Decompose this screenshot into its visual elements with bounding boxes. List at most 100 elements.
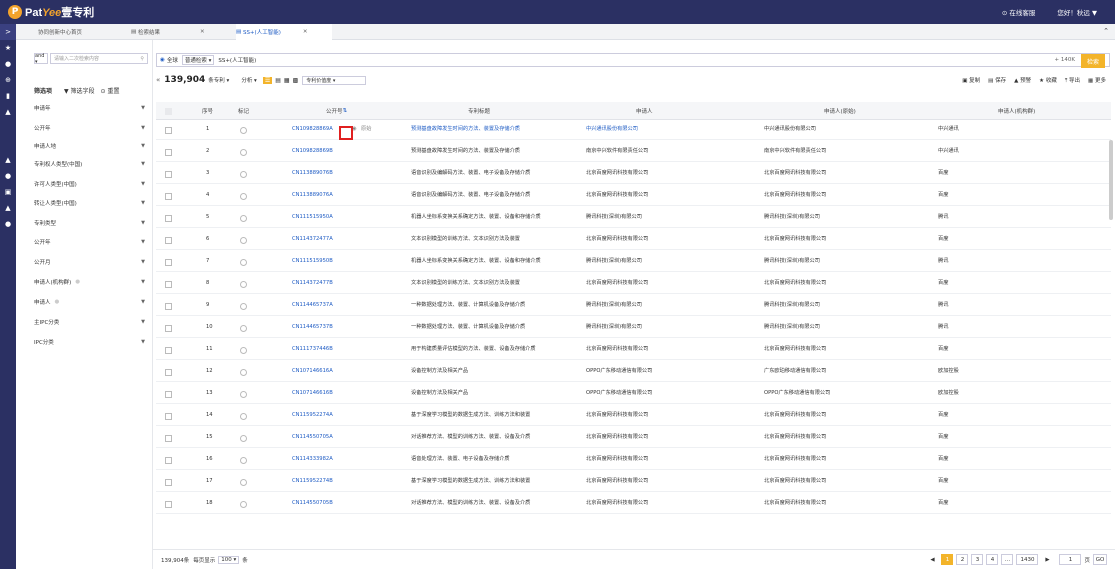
row-checkbox[interactable] — [165, 340, 172, 360]
expand-icon[interactable]: > — [0, 24, 16, 40]
row-mark-radio[interactable] — [240, 120, 247, 140]
query-input[interactable]: SS+(人工智能) — [218, 56, 256, 64]
user-menu[interactable]: 您好！秋远 ▼ — [1057, 7, 1097, 17]
tab-results[interactable]: ▤ 检索结果 ✕ — [131, 24, 235, 40]
page-last[interactable]: 1430 — [1016, 554, 1039, 565]
row-checkbox[interactable] — [165, 384, 172, 404]
row-mark-radio[interactable] — [240, 230, 247, 250]
copy-button[interactable]: ▣ 复制 — [962, 76, 980, 85]
filter-ipc[interactable]: IPC分类 ▼ — [16, 332, 153, 352]
grid-view-icon[interactable]: ▩ — [293, 77, 299, 84]
row-pubno[interactable]: CN109828869B — [292, 142, 333, 162]
online-service-link[interactable]: ⊙ 在线客服 — [1002, 7, 1036, 17]
row-mark-radio[interactable] — [240, 274, 247, 294]
dot-icon[interactable]: ● — [0, 168, 16, 184]
row-title[interactable]: 语音识别及编解码方法、装置、电子设备及存储介质 — [411, 186, 583, 206]
filter-apply-year[interactable]: 申请年 ▼ — [16, 98, 153, 118]
row-checkbox[interactable] — [165, 428, 172, 448]
table-row[interactable]: 7 CN111515950B 机器人坐标系变换关系确定方法、装置、设备和存储介质 腾讯… — [156, 252, 1111, 272]
row-mark-radio[interactable] — [240, 472, 247, 492]
close-icon[interactable]: ✕ — [303, 29, 308, 35]
row-checkbox[interactable] — [165, 142, 172, 162]
go-button[interactable]: GO — [1093, 554, 1107, 565]
table-row[interactable]: 8 CN114372477B 文本识别模型的训练方法、文本识别方法及装置 北京百度网讯… — [156, 274, 1111, 294]
row-title[interactable]: 语音处理方法、装置、电子设备及存储介质 — [411, 450, 583, 470]
row-pubno[interactable]: CN114372477A — [292, 230, 333, 250]
save-button[interactable]: ▤ 保存 — [988, 76, 1006, 85]
table-row[interactable]: 1 CN109828869A ◉ 原始 预测基盘故障发生时间的方法、装置及存储介质 中兴通… — [156, 120, 1111, 140]
result-count-unit[interactable]: 条专利 ▾ — [208, 76, 229, 84]
user-icon[interactable]: ▲ — [0, 104, 16, 120]
row-checkbox[interactable] — [165, 296, 172, 316]
row-title[interactable]: 文本识别模型的训练方法、文本识别方法及装置 — [411, 230, 583, 250]
row-applicant[interactable]: 北京百度网讯科技有限公司 — [586, 494, 756, 514]
row-applicant[interactable]: 北京百度网讯科技有限公司 — [586, 472, 756, 492]
row-mark-radio[interactable] — [240, 428, 247, 448]
row-mark-radio[interactable] — [240, 362, 247, 382]
row-title[interactable]: 对话推荐方法、模型的训练方法、装置、设备及介质 — [411, 494, 583, 514]
row-title[interactable]: 语音识别及编解码方法、装置、电子设备及存储介质 — [411, 164, 583, 184]
row-pubno[interactable]: CN107146616A — [292, 362, 333, 382]
filter-assignor-type[interactable]: 转让人类型(中国) ▼ — [16, 193, 153, 213]
table-row[interactable]: 5 CN111515950A 机器人坐标系变换关系确定方法、装置、设备和存储介质 腾讯… — [156, 208, 1111, 228]
goto-page-input[interactable]: 1 — [1059, 554, 1082, 565]
row-checkbox[interactable] — [165, 120, 172, 140]
page-3[interactable]: 3 — [971, 554, 984, 565]
row-pubno[interactable]: CN114333982A — [292, 450, 333, 470]
row-applicant[interactable]: 北京百度网讯科技有限公司 — [586, 274, 756, 294]
row-mark-radio[interactable] — [240, 450, 247, 470]
row-checkbox[interactable] — [165, 208, 172, 228]
row-mark-radio[interactable] — [240, 186, 247, 206]
table-row[interactable]: 10 CN114465737B 一种数据处理方法、装置、计算机设备及存储介质 腾讯科技… — [156, 318, 1111, 338]
row-title[interactable]: 文本识别模型的训练方法、文本识别方法及装置 — [411, 274, 583, 294]
row-title[interactable]: 一种数据处理方法、装置、计算机设备及存储介质 — [411, 318, 583, 338]
settings-icon[interactable]: ● — [0, 216, 16, 232]
next-page-icon[interactable]: ▶ — [1041, 554, 1053, 565]
row-checkbox[interactable] — [165, 450, 172, 470]
filter-applicant-group[interactable]: 申请人(机构群) ● ▼ — [16, 272, 153, 292]
filter-patentee-type[interactable]: 专利权人类型(中国) ▼ — [16, 154, 153, 174]
table-row[interactable]: 18 CN114550705B 对话推荐方法、模型的训练方法、装置、设备及介质 北京百… — [156, 494, 1111, 514]
table-row[interactable]: 3 CN113889076B 语音识别及编解码方法、装置、电子设备及存储介质 北京百度… — [156, 164, 1111, 184]
row-checkbox[interactable] — [165, 164, 172, 184]
row-mark-radio[interactable] — [240, 252, 247, 272]
row-applicant[interactable]: 北京百度网讯科技有限公司 — [586, 450, 756, 470]
row-applicant[interactable]: 北京百度网讯科技有限公司 — [586, 186, 756, 206]
table-row[interactable]: 11 CN111737446B 用于构建质量评估模型的方法、装置、设备及存储介质 北京… — [156, 340, 1111, 360]
row-mark-radio[interactable] — [240, 384, 247, 404]
table-row[interactable]: 16 CN114333982A 语音处理方法、装置、电子设备及存储介质 北京百度网讯科… — [156, 450, 1111, 470]
row-pubno[interactable]: CN113889076A — [292, 186, 333, 206]
filter-licensor-type[interactable]: 许可人类型(中国) ▼ — [16, 174, 153, 194]
row-checkbox[interactable] — [165, 186, 172, 206]
table-row[interactable]: 13 CN107146616B 设备控制方法及相关产品 OPPO广东移动通信有限公司 O… — [156, 384, 1111, 404]
row-applicant[interactable]: OPPO广东移动通信有限公司 — [586, 362, 756, 382]
row-title[interactable]: 一种数据处理方法、装置、计算机设备及存储介质 — [411, 296, 583, 316]
row-title[interactable]: 设备控制方法及相关产品 — [411, 362, 583, 382]
row-applicant[interactable]: 中兴通讯股份有限公司 — [586, 120, 756, 140]
row-pubno[interactable]: CN114550705A — [292, 428, 333, 448]
row-pubno[interactable]: CN107146616B — [292, 384, 333, 404]
extra-count[interactable]: + 140K — [1055, 57, 1075, 63]
secondary-search-input[interactable]: 请输入二次检索内容 ⚲ — [50, 53, 148, 64]
row-applicant[interactable]: OPPO广东移动通信有限公司 — [586, 384, 756, 404]
logo[interactable]: P PatYee壹专利 — [8, 0, 94, 24]
filter-pub-year-2[interactable]: 公开年 ▼ — [16, 232, 153, 252]
filter-applicant-region[interactable]: 申请人地 ▼ — [16, 136, 153, 156]
filter-pub-year[interactable]: 公开年 ▼ — [16, 118, 153, 138]
per-page-select[interactable]: 100 ▾ — [218, 555, 240, 564]
list-view-icon[interactable]: ☰ — [262, 76, 273, 84]
collapse-icon[interactable]: ⌃ — [1103, 27, 1109, 35]
collapse-left-icon[interactable]: « — [156, 76, 160, 84]
row-title[interactable]: 用于构建质量评估模型的方法、装置、设备及存储介质 — [411, 340, 583, 360]
table-row[interactable]: 2 CN109828869B 预测基盘故障发生时间的方法、装置及存储介质 南京中兴软件… — [156, 142, 1111, 162]
search-icon[interactable]: ⚲ — [140, 56, 144, 62]
col-pubno[interactable]: 公开号 ⇅ — [326, 102, 347, 120]
filter-pub-month[interactable]: 公开月 ▼ — [16, 252, 153, 272]
row-title[interactable]: 对话推荐方法、模型的训练方法、装置、设备及介质 — [411, 428, 583, 448]
row-applicant[interactable]: 北京百度网讯科技有限公司 — [586, 230, 756, 250]
more-button[interactable]: ▦ 更多 — [1088, 76, 1106, 85]
filter-field-button[interactable]: ▼ 筛选字段 — [64, 86, 95, 95]
analyze-menu[interactable]: 分析 ▾ — [241, 76, 257, 84]
row-pubno[interactable]: CN109828869A — [292, 120, 333, 140]
row-title[interactable]: 机器人坐标系变换关系确定方法、装置、设备和存储介质 — [411, 252, 583, 272]
